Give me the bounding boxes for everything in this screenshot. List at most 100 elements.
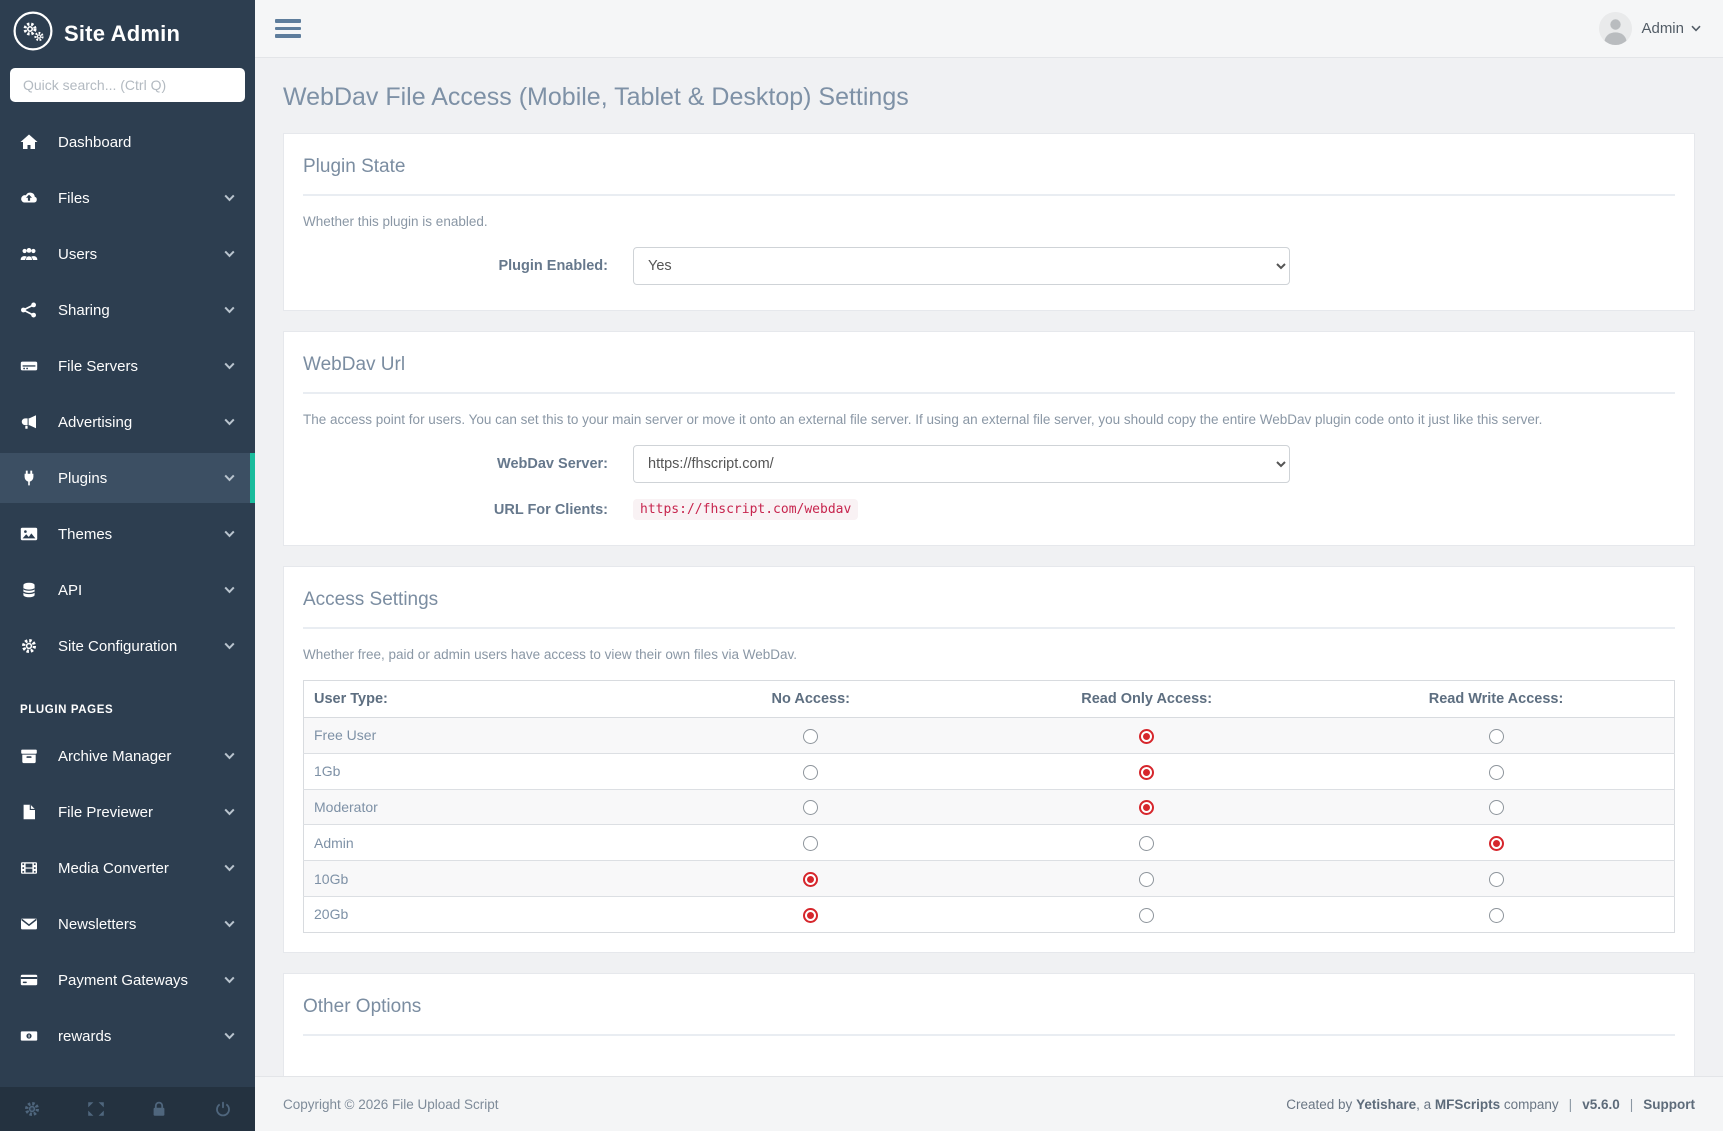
- plugin-enabled-label: Plugin Enabled:: [303, 258, 633, 274]
- search-input[interactable]: [10, 68, 245, 102]
- no-access-cell: [646, 789, 975, 825]
- webdav-client-url-code: https://fhscript.com/webdav: [633, 499, 858, 520]
- sidebar-item-rewards[interactable]: rewards: [0, 1011, 255, 1061]
- chevron-down-icon: [224, 976, 235, 984]
- sidebar-item-file-previewer[interactable]: File Previewer: [0, 787, 255, 837]
- table-row-free-user: Free User: [304, 718, 1675, 754]
- user-menu[interactable]: Admin: [1599, 12, 1701, 45]
- radio-read-write[interactable]: [1489, 800, 1504, 815]
- sidebar-item-payment-gateways[interactable]: Payment Gateways: [0, 955, 255, 1005]
- sidebar-item-themes[interactable]: Themes: [0, 509, 255, 559]
- separator: |: [1630, 1097, 1634, 1112]
- archive-icon: [20, 748, 47, 764]
- sidebar-item-label: File Servers: [58, 358, 224, 375]
- access-settings-table: User Type:No Access:Read Only Access:Rea…: [303, 680, 1675, 933]
- share-icon: [20, 302, 47, 318]
- sidebar-item-label: Dashboard: [58, 134, 235, 151]
- read-write-cell: [1318, 753, 1674, 789]
- radio-no-access[interactable]: [803, 908, 818, 923]
- sidebar-item-label: Files: [58, 190, 224, 207]
- chevron-down-icon: [224, 530, 235, 538]
- no-access-cell: [646, 825, 975, 861]
- no-access-cell: [646, 861, 975, 897]
- radio-no-access[interactable]: [803, 765, 818, 780]
- webdav-url-card: WebDav Url The access point for users. Y…: [283, 331, 1695, 546]
- support-link[interactable]: Support: [1643, 1097, 1695, 1112]
- radio-read-write[interactable]: [1489, 872, 1504, 887]
- sidebar-item-label: Archive Manager: [58, 748, 224, 765]
- column-header-read-write-access-: Read Write Access:: [1318, 681, 1674, 718]
- power-icon[interactable]: [214, 1101, 232, 1117]
- radio-no-access[interactable]: [803, 729, 818, 744]
- radio-no-access[interactable]: [803, 800, 818, 815]
- read-only-cell: [975, 825, 1318, 861]
- radio-read-write[interactable]: [1489, 908, 1504, 923]
- sidebar-item-advertising[interactable]: Advertising: [0, 397, 255, 447]
- credits-text: , a: [1416, 1097, 1435, 1112]
- server-icon: [20, 358, 47, 374]
- gear-icon[interactable]: [23, 1101, 41, 1117]
- chevron-down-icon: [224, 1032, 235, 1040]
- sidebar-item-api[interactable]: API: [0, 565, 255, 615]
- user-type-cell: 10Gb: [304, 861, 647, 897]
- sidebar-item-media-converter[interactable]: Media Converter: [0, 843, 255, 893]
- mfscripts-link[interactable]: MFScripts: [1435, 1097, 1500, 1112]
- radio-read-only[interactable]: [1139, 908, 1154, 923]
- home-icon: [20, 134, 47, 150]
- sidebar-item-users[interactable]: Users: [0, 229, 255, 279]
- sidebar-item-dashboard[interactable]: Dashboard: [0, 117, 255, 167]
- divider: [303, 627, 1675, 629]
- other-options-card: Other Options: [283, 973, 1695, 1076]
- divider: [303, 194, 1675, 196]
- radio-read-only[interactable]: [1139, 836, 1154, 851]
- webdav-url-description: The access point for users. You can set …: [303, 412, 1675, 427]
- chevron-down-icon: [224, 642, 235, 650]
- lock-icon[interactable]: [150, 1101, 168, 1117]
- read-only-cell: [975, 718, 1318, 754]
- envelope-icon: [20, 916, 47, 932]
- sidebar-item-file-servers[interactable]: File Servers: [0, 341, 255, 391]
- no-access-cell: [646, 718, 975, 754]
- radio-read-write[interactable]: [1489, 836, 1504, 851]
- read-write-cell: [1318, 896, 1674, 932]
- user-type-cell: Free User: [304, 718, 647, 754]
- radio-read-write[interactable]: [1489, 765, 1504, 780]
- read-only-cell: [975, 753, 1318, 789]
- hamburger-menu-icon[interactable]: [271, 15, 305, 42]
- plugin-enabled-select[interactable]: Yes: [633, 247, 1290, 285]
- sidebar-item-label: Plugins: [58, 470, 224, 487]
- sidebar-item-label: Themes: [58, 526, 224, 543]
- table-row-10gb: 10Gb: [304, 861, 1675, 897]
- radio-read-only[interactable]: [1139, 765, 1154, 780]
- radio-read-write[interactable]: [1489, 729, 1504, 744]
- radio-no-access[interactable]: [803, 836, 818, 851]
- chevron-down-icon: [224, 808, 235, 816]
- credits-text: company: [1500, 1097, 1559, 1112]
- chevron-down-icon: [224, 194, 235, 202]
- sidebar-item-plugins[interactable]: Plugins: [0, 453, 255, 503]
- sidebar-item-sharing[interactable]: Sharing: [0, 285, 255, 335]
- created-by-text: Created by: [1286, 1097, 1356, 1112]
- sidebar-item-label: Users: [58, 246, 224, 263]
- sidebar-item-files[interactable]: Files: [0, 173, 255, 223]
- users-icon: [20, 246, 47, 262]
- read-write-cell: [1318, 789, 1674, 825]
- sidebar-item-archive-manager[interactable]: Archive Manager: [0, 731, 255, 781]
- radio-read-only[interactable]: [1139, 800, 1154, 815]
- sidebar-item-label: Payment Gateways: [58, 972, 224, 989]
- radio-no-access[interactable]: [803, 872, 818, 887]
- plugin-pages-section-label: PLUGIN PAGES: [0, 677, 255, 731]
- sidebar-item-site-configuration[interactable]: Site Configuration: [0, 621, 255, 671]
- expand-icon[interactable]: [87, 1101, 105, 1117]
- sidebar-item-newsletters[interactable]: Newsletters: [0, 899, 255, 949]
- chevron-down-icon: [224, 920, 235, 928]
- username: Admin: [1641, 20, 1684, 37]
- plugin-state-description: Whether this plugin is enabled.: [303, 214, 1675, 229]
- radio-read-only[interactable]: [1139, 872, 1154, 887]
- gear-icon: [20, 638, 47, 654]
- sidebar-item-label: File Previewer: [58, 804, 224, 821]
- version-text: v5.6.0: [1582, 1097, 1620, 1112]
- webdav-server-select[interactable]: https://fhscript.com/: [633, 445, 1290, 483]
- radio-read-only[interactable]: [1139, 729, 1154, 744]
- yetishare-link[interactable]: Yetishare: [1356, 1097, 1416, 1112]
